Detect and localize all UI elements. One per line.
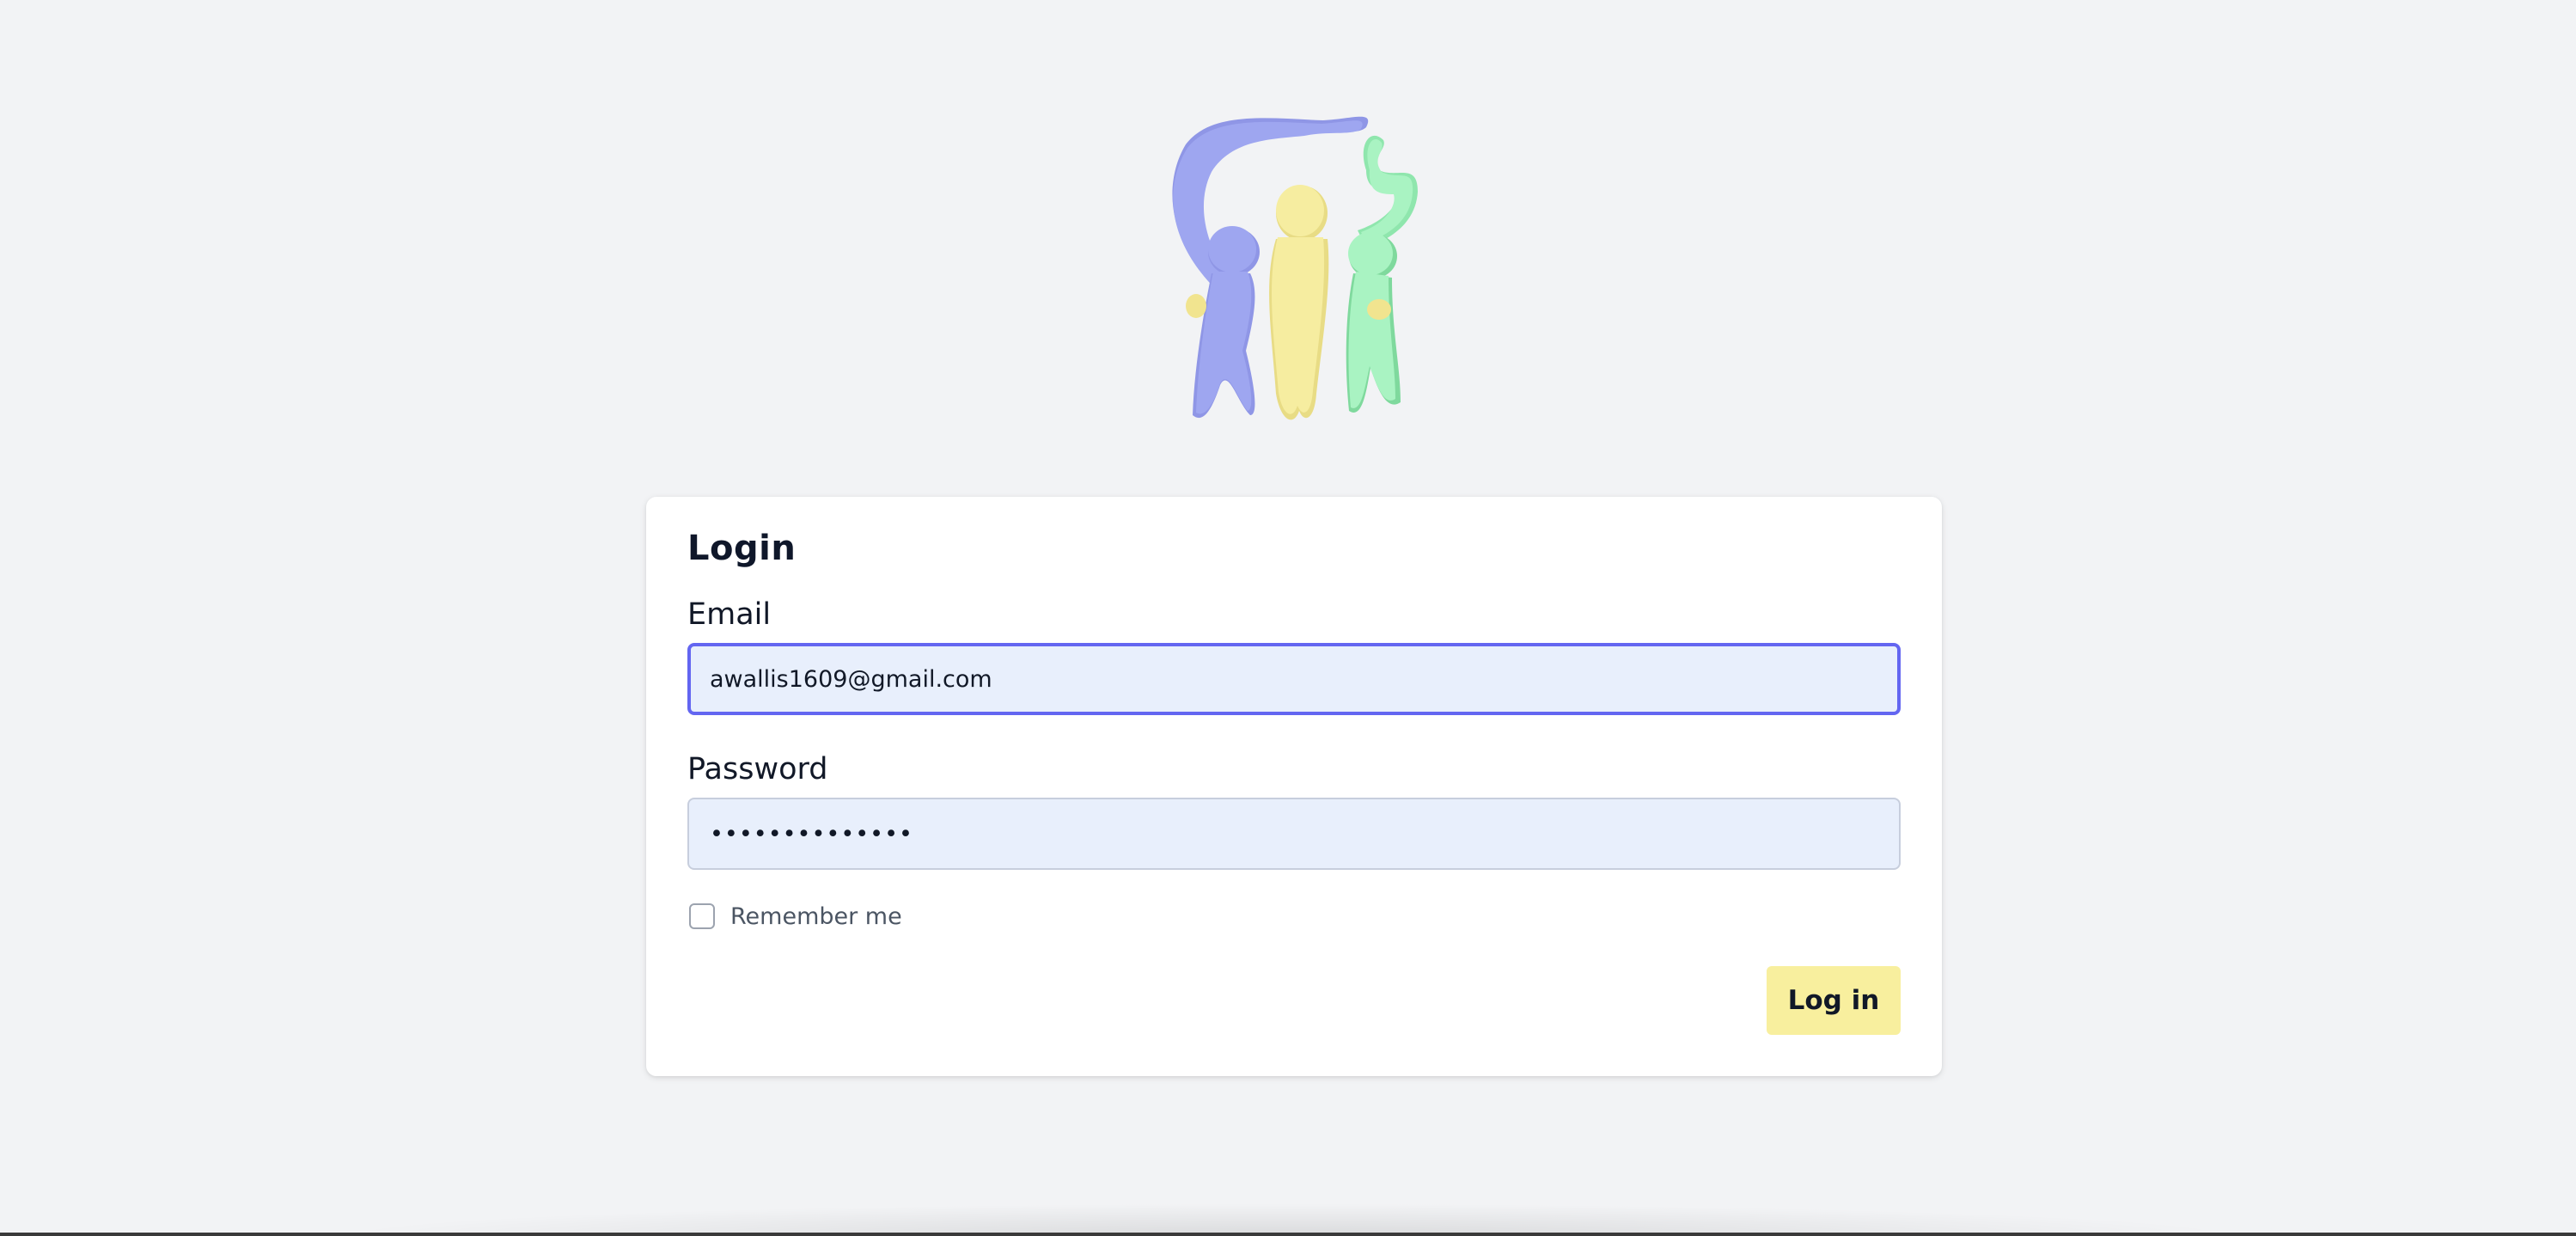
bottom-shadow — [327, 1203, 2251, 1236]
remember-me-row: Remember me — [687, 901, 1901, 932]
password-field[interactable] — [687, 798, 1901, 870]
login-title: Login — [687, 529, 797, 568]
family-figures-logo — [1172, 116, 1418, 420]
email-field[interactable] — [687, 643, 1901, 715]
email-label: Email — [687, 597, 772, 632]
window-bottom-edge — [0, 1233, 2576, 1236]
actions-row: Log in — [687, 966, 1901, 1035]
remember-me-label[interactable]: Remember me — [730, 903, 902, 930]
login-page: Login Email Password Remember me Log in — [0, 0, 2576, 1236]
login-button[interactable]: Log in — [1767, 966, 1901, 1035]
remember-me-checkbox[interactable] — [689, 903, 715, 929]
password-label: Password — [687, 752, 828, 786]
login-card: Login Email Password Remember me Log in — [646, 497, 1942, 1076]
